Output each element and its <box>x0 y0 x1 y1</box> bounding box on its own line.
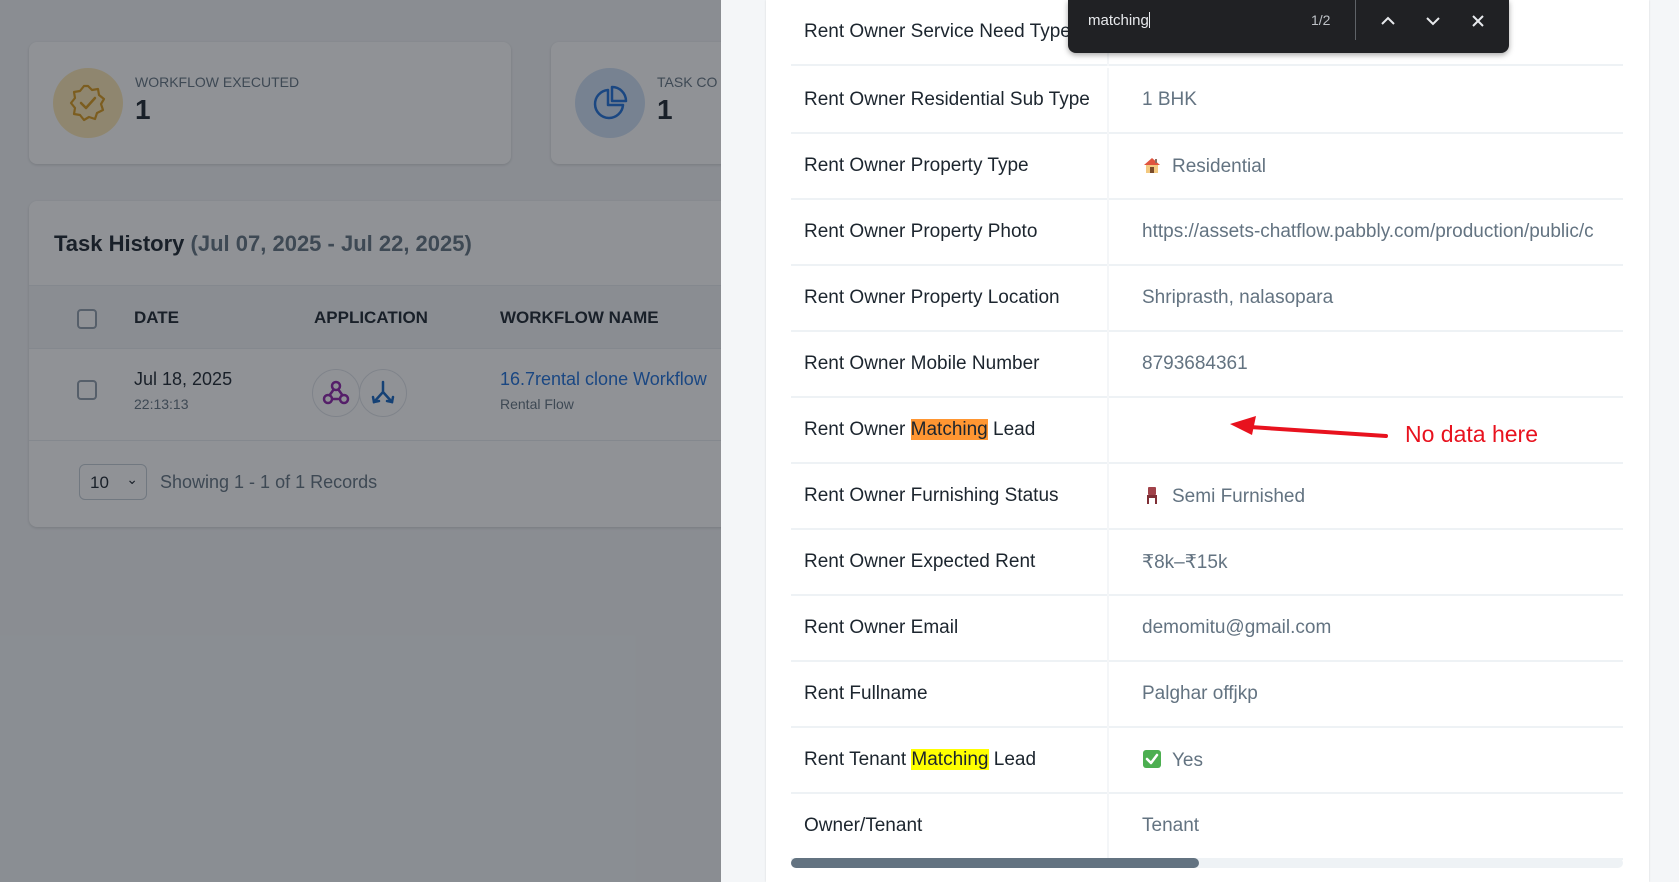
field-value: ₹8k–₹15k <box>1142 552 1228 573</box>
field-label: Rent Owner Service Need Type <box>804 21 1071 42</box>
list-item: Rent Owner Property Photo https://assets… <box>791 200 1623 266</box>
list-item: Rent Fullname Palghar offjkp <box>791 662 1623 728</box>
divider <box>1107 200 1109 266</box>
field-label-post: Lead <box>987 419 1036 440</box>
field-value: 1 BHK <box>1142 89 1197 110</box>
field-value: Palghar offjkp <box>1142 683 1258 704</box>
chair-icon <box>1147 487 1157 504</box>
find-match-highlight-active: Matching <box>910 419 988 440</box>
field-label: Rent Owner Residential Sub Type <box>804 89 1090 110</box>
field-label-pre: Rent Tenant <box>804 749 912 770</box>
annotation-arrow-icon <box>1230 416 1388 438</box>
list-item: Rent Owner Email demomitu@gmail.com <box>791 596 1623 662</box>
list-item: Rent Owner Property Type Residential <box>791 134 1623 200</box>
annotation-note: No data here <box>1405 421 1538 447</box>
divider <box>1107 728 1109 794</box>
field-value: demomitu@gmail.com <box>1142 617 1332 638</box>
field-label: Rent Owner Email <box>804 617 959 638</box>
list-item: Rent Owner Property Location Shriprasth,… <box>791 266 1623 332</box>
find-query: matching <box>1088 12 1149 29</box>
field-label: Owner/Tenant <box>804 815 923 836</box>
divider <box>1107 530 1109 596</box>
list-item: Rent Owner Residential Sub Type 1 BHK <box>791 68 1623 134</box>
list-item: Owner/Tenant Tenant <box>791 794 1623 860</box>
chevron-up-icon <box>1381 16 1395 25</box>
modal-backdrop[interactable] <box>0 0 721 882</box>
find-bar: matching 1/2 <box>1068 0 1509 53</box>
divider <box>1107 596 1109 662</box>
divider <box>1107 266 1109 332</box>
field-value: Shriprasth, nalasopara <box>1142 287 1334 308</box>
find-close-button[interactable] <box>1463 7 1493 35</box>
divider <box>1355 0 1356 40</box>
field-label-pre: Rent Owner <box>804 419 911 440</box>
field-label: Rent Tenant Matching Lead <box>804 749 1036 771</box>
close-icon <box>1472 15 1484 27</box>
field-label: Rent Owner Mobile Number <box>804 353 1040 374</box>
field-label: Rent Fullname <box>804 683 928 704</box>
divider <box>1107 332 1109 398</box>
house-icon <box>1144 158 1160 173</box>
field-value: https://assets-chatflow.pabbly.com/produ… <box>1142 221 1594 242</box>
field-label: Rent Owner Matching Lead <box>804 419 1035 441</box>
field-value: Semi Furnished <box>1142 485 1305 508</box>
field-label: Rent Owner Property Type <box>804 155 1029 176</box>
field-value-text: Yes <box>1172 750 1203 771</box>
field-label: Rent Owner Property Photo <box>804 221 1038 242</box>
field-value: 8793684361 <box>1142 353 1248 374</box>
find-match-count: 1/2 <box>1311 12 1331 28</box>
divider <box>1107 464 1109 530</box>
field-label: Rent Owner Property Location <box>804 287 1060 308</box>
field-label: Rent Owner Expected Rent <box>804 551 1036 572</box>
field-value: Tenant <box>1142 815 1200 836</box>
field-label: Rent Owner Furnishing Status <box>804 485 1059 506</box>
field-value-text: Semi Furnished <box>1172 486 1306 507</box>
list-item: Rent Owner Mobile Number 8793684361 <box>791 332 1623 398</box>
list-item: Rent Tenant Matching Lead Yes <box>791 728 1623 794</box>
find-input[interactable]: matching <box>1088 12 1288 29</box>
field-value-text: Residential <box>1172 156 1266 177</box>
find-previous-button[interactable] <box>1373 7 1403 35</box>
find-match-highlight: Matching <box>911 749 989 770</box>
divider <box>1107 68 1109 134</box>
divider <box>1107 134 1109 200</box>
divider <box>1107 398 1109 464</box>
divider <box>1107 794 1109 860</box>
field-label-post: Lead <box>988 749 1037 770</box>
check-mark-icon <box>1143 750 1161 768</box>
text-caret <box>1148 12 1150 28</box>
list-item: Rent Owner Expected Rent ₹8k–₹15k <box>791 530 1623 596</box>
field-value: Yes <box>1142 749 1203 772</box>
horizontal-scrollbar[interactable] <box>791 858 1623 868</box>
divider <box>1107 662 1109 728</box>
chevron-down-icon <box>1426 17 1440 26</box>
find-next-button[interactable] <box>1418 7 1448 35</box>
list-item: Rent Owner Furnishing Status Semi Furnis… <box>791 464 1623 530</box>
field-value: Residential <box>1142 155 1266 178</box>
scrollbar-thumb[interactable] <box>791 858 1199 868</box>
